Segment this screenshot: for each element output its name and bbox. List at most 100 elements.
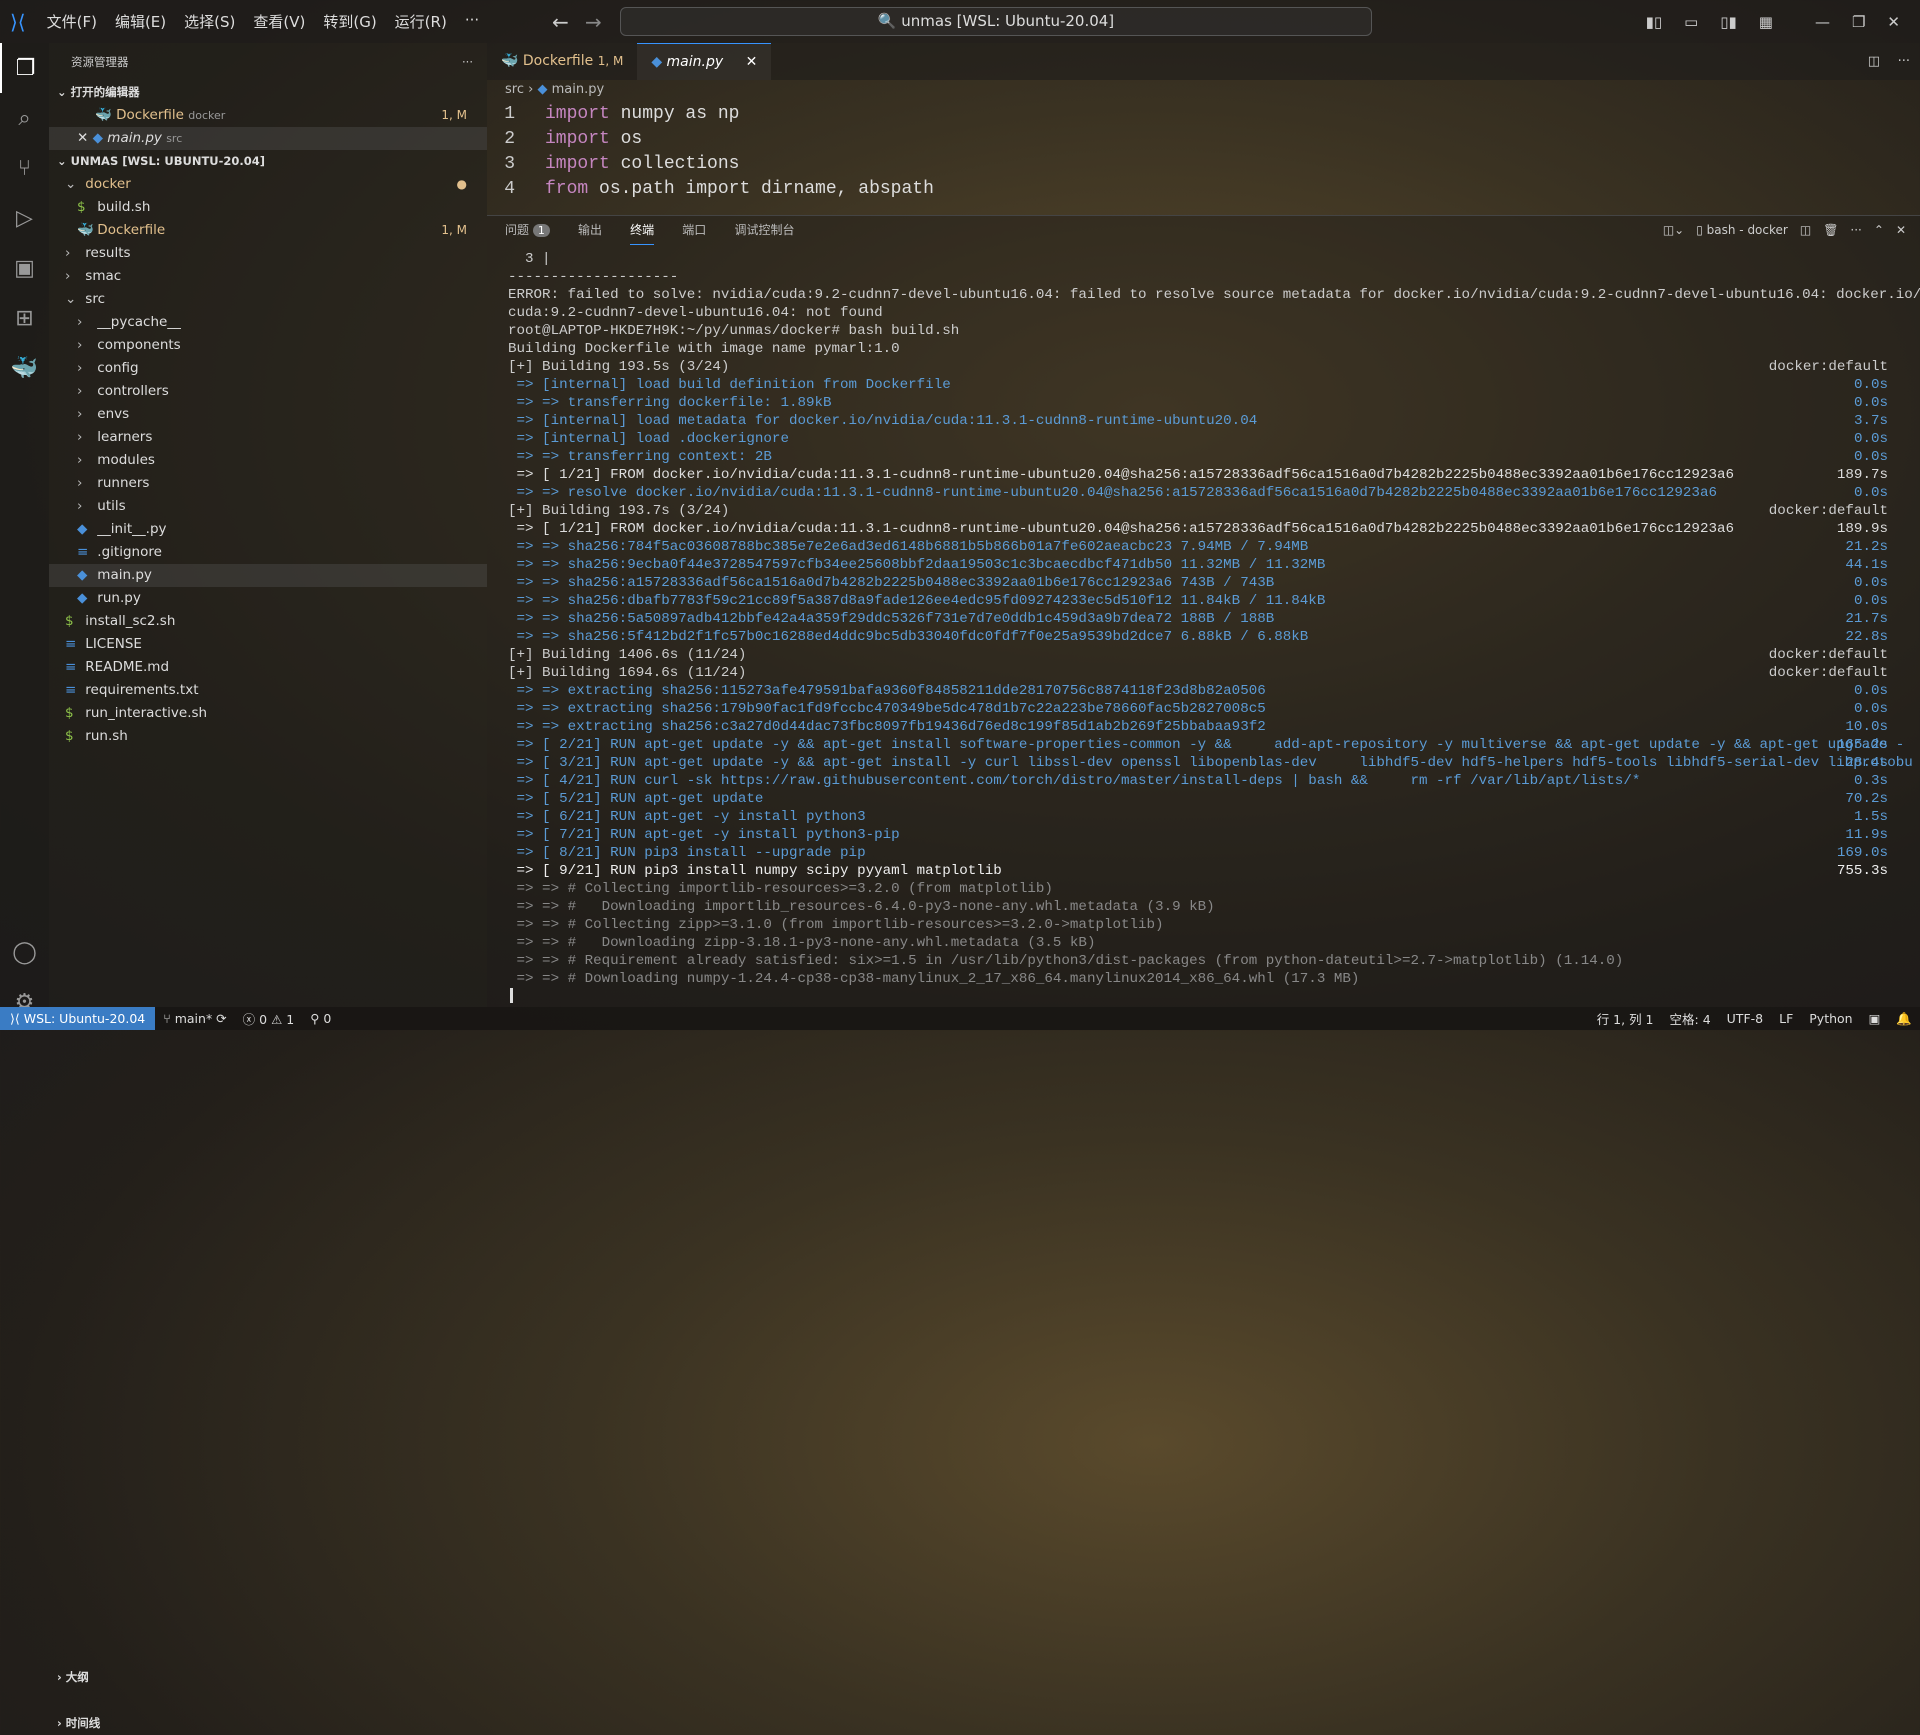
kill-terminal-icon[interactable]: 🗑: [1823, 216, 1838, 244]
encoding[interactable]: UTF-8: [1719, 1011, 1771, 1026]
ports-indicator[interactable]: ⚲ 0: [302, 1011, 339, 1026]
maximize-panel-icon[interactable]: ⌃: [1874, 216, 1884, 244]
tab-output[interactable]: 输出: [578, 216, 602, 244]
maximize-button[interactable]: ❐: [1852, 13, 1865, 31]
source-control-icon[interactable]: ⑂: [0, 143, 49, 193]
folder-item[interactable]: › smac: [49, 265, 487, 288]
file-item[interactable]: ◆ run.py: [49, 587, 487, 610]
folder-item[interactable]: ⌄ src: [49, 288, 487, 311]
terminal-line: => [ 1/21] FROM docker.io/nvidia/cuda:11…: [508, 466, 1889, 484]
remote-indicator[interactable]: ⟩⟨ WSL: Ubuntu-20.04: [0, 1007, 156, 1030]
open-editor-item[interactable]: 🐳 Dockerfile docker 1, M: [49, 104, 487, 127]
keyword: import: [545, 104, 610, 124]
extensions-icon[interactable]: ⊞: [0, 293, 49, 343]
terminal-line: => [ 7/21] RUN apt-get -y install python…: [508, 826, 1889, 844]
folder-item[interactable]: ⌄ docker ●: [49, 173, 487, 196]
branch-indicator[interactable]: ⑂ main* ⟳: [155, 1011, 234, 1026]
explorer-icon[interactable]: ❐: [0, 43, 49, 93]
indentation[interactable]: 空格: 4: [1662, 1009, 1719, 1028]
end-of-line[interactable]: LF: [1771, 1011, 1801, 1026]
new-terminal-dropdown-icon[interactable]: ◫⌄: [1663, 216, 1684, 244]
open-editors-section[interactable]: ⌄ 打开的编辑器: [49, 81, 487, 104]
menu-item[interactable]: 文件(F): [38, 11, 106, 32]
close-icon[interactable]: ✕: [77, 130, 93, 146]
minimize-button[interactable]: —: [1815, 13, 1830, 31]
menu-item[interactable]: 选择(S): [175, 11, 244, 32]
file-type-icon: 🐳: [77, 222, 94, 238]
folder-item[interactable]: › __pycache__: [49, 311, 487, 334]
terminal-text: => => resolve docker.io/nvidia/cuda:11.3…: [508, 485, 1717, 501]
folder-item[interactable]: › modules: [49, 449, 487, 472]
folder-item[interactable]: › components: [49, 334, 487, 357]
cursor-position[interactable]: 行 1, 列 1: [1589, 1009, 1662, 1028]
folder-item[interactable]: › learners: [49, 426, 487, 449]
problems-indicator[interactable]: ⓧ 0 ⚠ 1: [235, 1009, 303, 1028]
menu-item[interactable]: 查看(V): [244, 11, 314, 32]
code-editor[interactable]: 1 import numpy as np 2 import os 3 import col…: [487, 102, 934, 202]
toggle-secondary-sidebar-icon[interactable]: ▯▮: [1720, 13, 1737, 31]
item-name: README.md: [85, 659, 170, 675]
close-window-button[interactable]: ✕: [1887, 13, 1900, 31]
terminal-text: => => sha256:5a50897adb412bbfe42a4a359f2…: [508, 611, 1275, 627]
terminal-output[interactable]: 3 | -------------------- ERROR: failed to …: [508, 250, 1920, 988]
tab-terminal[interactable]: 终端: [630, 216, 655, 245]
remote-explorer-icon[interactable]: ▣: [0, 243, 49, 293]
file-item[interactable]: ≡ LICENSE: [49, 633, 487, 656]
open-editor-item[interactable]: ✕ ◆ main.py src: [49, 127, 487, 150]
file-item[interactable]: $ run_interactive.sh: [49, 702, 487, 725]
tab-problems[interactable]: 问题 1: [505, 216, 550, 245]
file-item[interactable]: ≡ README.md: [49, 656, 487, 679]
account-icon[interactable]: ◯: [0, 927, 49, 977]
menu-item[interactable]: ···: [456, 11, 488, 32]
tab-ports[interactable]: 端口: [682, 216, 706, 244]
layout-icon[interactable]: ▣: [1861, 1011, 1889, 1026]
folder-item[interactable]: › envs: [49, 403, 487, 426]
search-icon[interactable]: ⌕: [0, 93, 49, 143]
terminal-instance[interactable]: ▯ bash - docker: [1696, 216, 1788, 244]
breadcrumb-item[interactable]: main.py: [552, 82, 605, 97]
file-item[interactable]: ≡ requirements.txt: [49, 679, 487, 702]
menu-item[interactable]: 运行(R): [386, 11, 456, 32]
file-item[interactable]: ≡ .gitignore: [49, 541, 487, 564]
folder-item[interactable]: › results: [49, 242, 487, 265]
back-icon[interactable]: ←: [552, 10, 569, 34]
menu-item[interactable]: 转到(G): [314, 11, 385, 32]
workspace-section[interactable]: ⌄ UNMAS [WSL: UBUNTU-20.04]: [49, 150, 487, 173]
folder-item[interactable]: › config: [49, 357, 487, 380]
docker-icon[interactable]: 🐳: [0, 343, 49, 393]
branch-label: main*: [174, 1011, 213, 1026]
toggle-sidebar-icon[interactable]: ▮▯: [1646, 13, 1663, 31]
editor-more-icon[interactable]: ···: [1898, 43, 1910, 80]
breadcrumb-item[interactable]: src: [505, 82, 524, 97]
forward-icon[interactable]: →: [585, 10, 602, 34]
close-panel-icon[interactable]: ✕: [1896, 216, 1906, 244]
tab-dockerfile[interactable]: 🐳 Dockerfile 1, M: [487, 43, 637, 80]
panel-more-icon[interactable]: ···: [1850, 216, 1861, 244]
run-debug-icon[interactable]: ▷: [0, 193, 49, 243]
customize-layout-icon[interactable]: ▦: [1759, 13, 1773, 31]
folder-item[interactable]: › controllers: [49, 380, 487, 403]
file-item[interactable]: $ build.sh: [49, 196, 487, 219]
outline-section[interactable]: › 大纲: [49, 1666, 487, 1689]
more-actions-icon[interactable]: ···: [462, 43, 473, 81]
file-item[interactable]: ◆ main.py: [49, 564, 487, 587]
tab-main-py[interactable]: ◆ main.py ✕: [637, 43, 772, 80]
language-mode[interactable]: Python: [1801, 1011, 1860, 1026]
timeline-section[interactable]: › 时间线: [49, 1712, 487, 1735]
split-terminal-icon[interactable]: ◫: [1800, 216, 1811, 244]
file-item[interactable]: ◆ __init__.py: [49, 518, 487, 541]
command-center-search[interactable]: 🔍 unmas [WSL: Ubuntu-20.04]: [620, 7, 1372, 36]
file-item[interactable]: $ run.sh: [49, 725, 487, 748]
notifications-bell-icon[interactable]: 🔔: [1888, 1011, 1920, 1027]
menu-item[interactable]: 编辑(E): [106, 11, 175, 32]
toggle-panel-icon[interactable]: ▭: [1684, 13, 1698, 31]
close-tab-icon[interactable]: ✕: [746, 54, 758, 70]
file-item[interactable]: $ install_sc2.sh: [49, 610, 487, 633]
tab-debug-console[interactable]: 调试控制台: [734, 216, 794, 244]
file-item[interactable]: 🐳 Dockerfile 1, M: [49, 219, 487, 242]
folder-item[interactable]: › utils: [49, 495, 487, 518]
file-type-icon: ◆: [77, 567, 88, 583]
terminal-text: => => sha256:784f5ac03608788bc385e7e2e6a…: [508, 539, 1309, 555]
folder-item[interactable]: › runners: [49, 472, 487, 495]
split-editor-icon[interactable]: ◫: [1868, 43, 1880, 80]
